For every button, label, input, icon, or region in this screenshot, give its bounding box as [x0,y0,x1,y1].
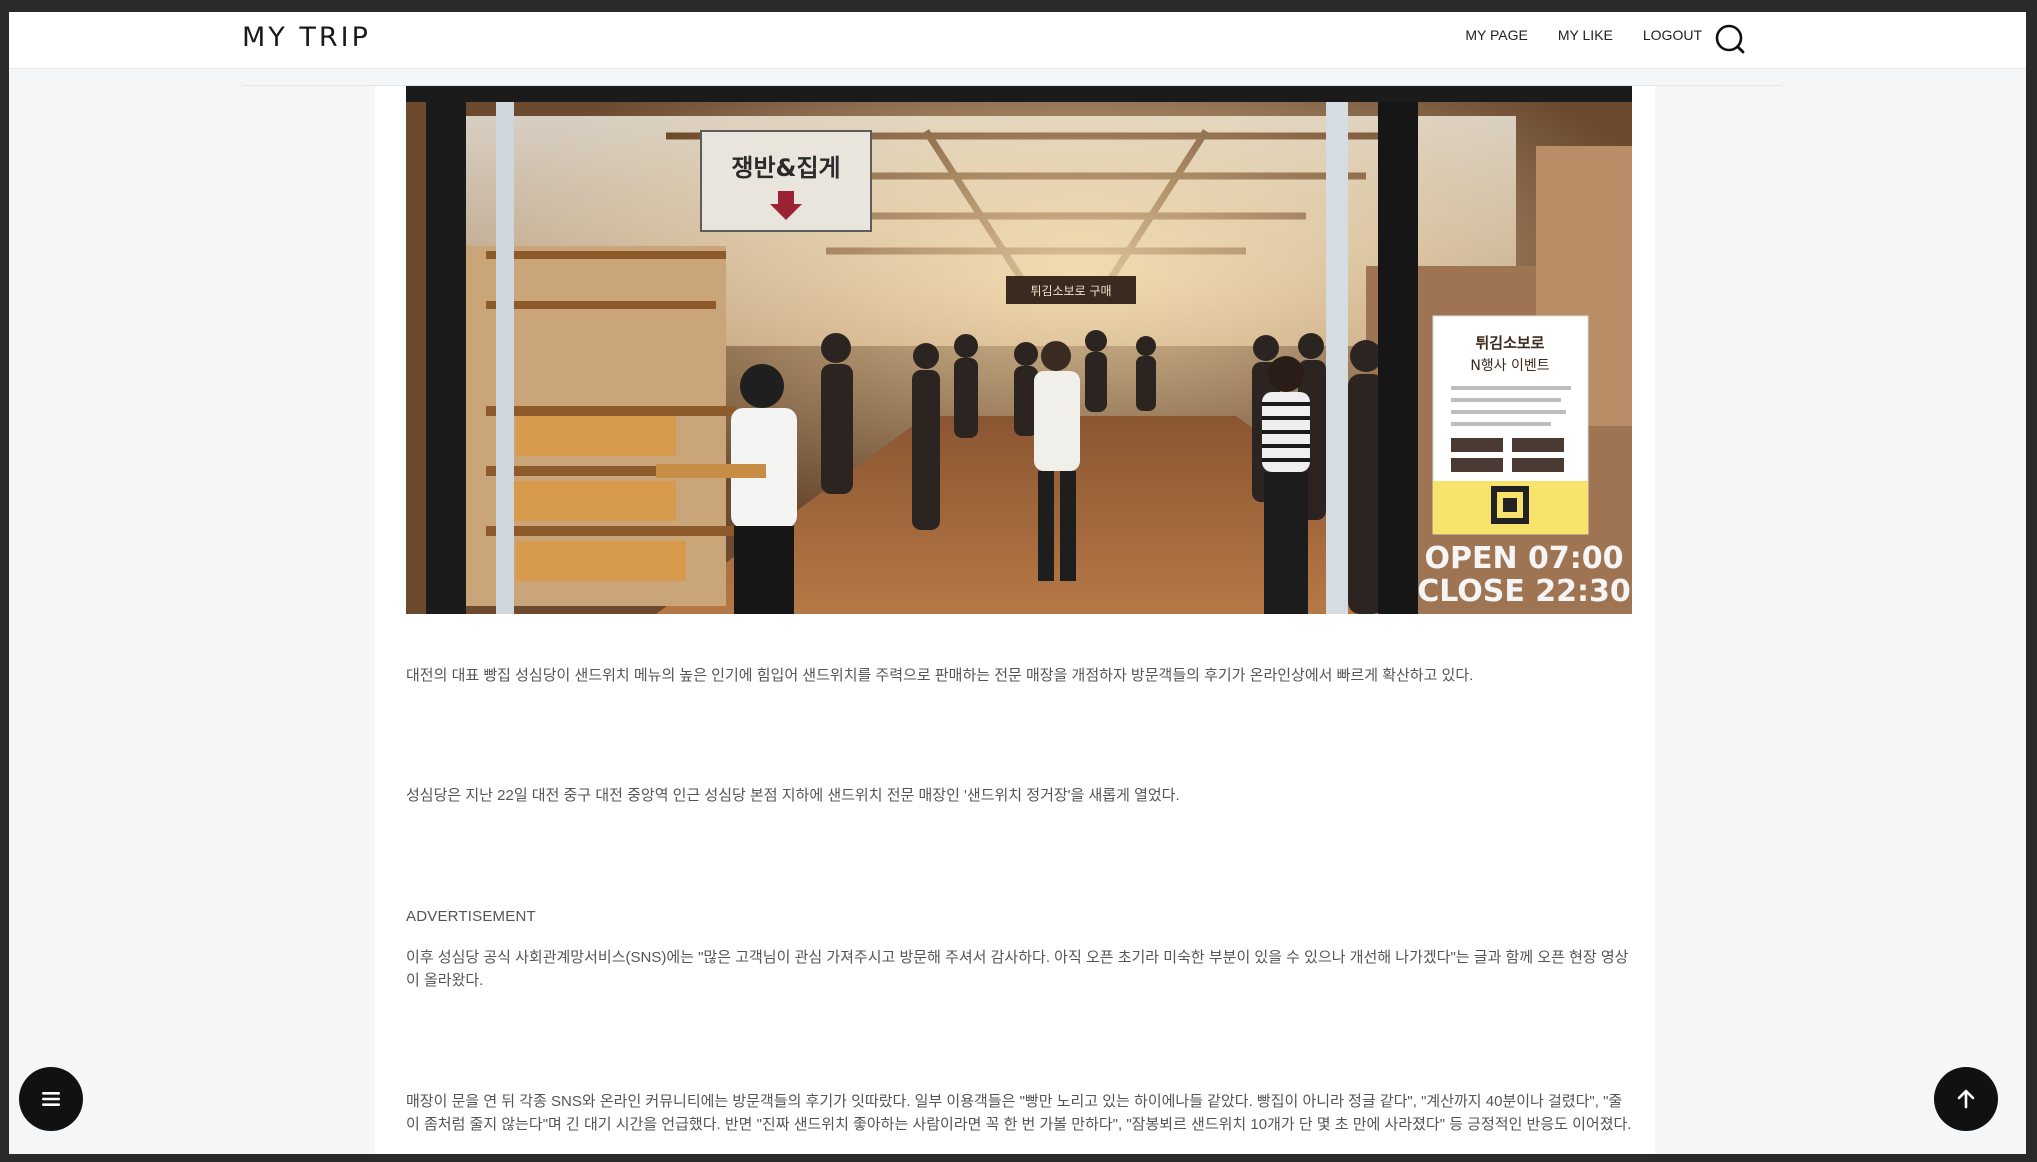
hero-hours-open: OPEN 07:00 [1424,541,1623,576]
article-hero-image: 쟁반&집게 튀김소보로 구매 튀김소보로 N행사 이벤트 OPEN 07:00 … [406,86,1632,614]
article-body: 쟁반&집게 튀김소보로 구매 튀김소보로 N행사 이벤트 OPEN 07:00 … [375,86,1655,1154]
nav-logout[interactable]: LOGOUT [1643,27,1702,43]
article-paragraph-2: 성심당은 지난 22일 대전 중구 대전 중앙역 인근 성심당 본점 지하에 샌… [406,787,1180,804]
hero-sign-top: 쟁반&집게 [731,154,840,182]
hero-sign-banner: 튀김소보로 구매 [1030,284,1111,298]
menu-button[interactable] [19,1067,83,1131]
top-nav: MY PAGE MY LIKE LOGOUT [1465,27,1702,43]
hamburger-icon [42,1092,60,1106]
site-logo[interactable]: MY TRIP [242,22,371,53]
bakery-scene-illustration: 쟁반&집게 튀김소보로 구매 튀김소보로 N행사 이벤트 OPEN 07:00 … [406,86,1632,614]
poster-title: 튀김소보로 [1475,334,1544,352]
nav-my-like[interactable]: MY LIKE [1558,27,1613,43]
browser-viewport: MY TRIP MY PAGE MY LIKE LOGOUT 쟁반&집게 튀김소… [9,12,2026,1154]
article-paragraph-4: 매장이 문을 연 뒤 각종 SNS와 온라인 커뮤니티에는 방문객들의 후기가 … [406,1093,1632,1133]
search-icon[interactable] [1713,22,1747,56]
scroll-to-top-button[interactable] [1934,1067,1998,1131]
article-paragraph-3: 이후 성심당 공식 사회관계망서비스(SNS)에는 "많은 고객님이 관심 가져… [406,949,1629,989]
advertisement-label: ADVERTISEMENT [406,908,536,925]
poster-subtitle: N행사 이벤트 [1470,358,1549,374]
hero-hours-close: CLOSE 22:30 [1417,574,1631,609]
article-paragraph-1: 대전의 대표 빵집 성심당이 샌드위치 메뉴의 높은 인기에 힘입어 샌드위치를… [406,667,1474,684]
arrow-up-icon [1957,1089,1975,1109]
nav-my-page[interactable]: MY PAGE [1465,27,1528,43]
site-header: MY TRIP MY PAGE MY LIKE LOGOUT [9,12,2026,69]
